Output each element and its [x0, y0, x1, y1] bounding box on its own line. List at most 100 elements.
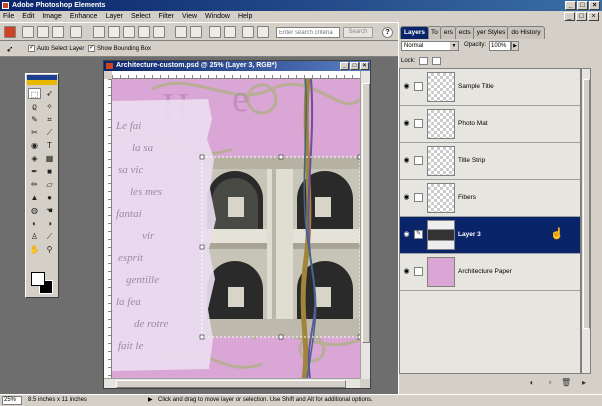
auto-select-layer-checkbox[interactable]: ✓ Auto Select Layer: [28, 45, 84, 52]
tab-undo-history[interactable]: do History: [507, 26, 545, 39]
menu-help[interactable]: Help: [238, 11, 252, 22]
menu-window[interactable]: Window: [205, 11, 230, 22]
zoom-input[interactable]: 25%: [2, 396, 22, 405]
help-icon[interactable]: ?: [382, 27, 393, 38]
document-title-bar[interactable]: Architecture-custom.psd @ 25% (Layer 3, …: [104, 61, 370, 71]
chevron-down-icon[interactable]: ▼: [450, 42, 458, 50]
menu-select[interactable]: Select: [131, 11, 150, 22]
opacity-slider-icon[interactable]: ▶: [511, 41, 519, 51]
status-menu-arrow[interactable]: ▶: [148, 395, 153, 406]
marquee-tool-icon[interactable]: ⬚: [28, 88, 41, 99]
dodge-tool-icon[interactable]: ◐: [28, 218, 41, 229]
menu-enhance[interactable]: Enhance: [70, 11, 98, 22]
menu-edit[interactable]: Edit: [22, 11, 34, 22]
layer-row-architecture-paper[interactable]: ◉ Architecture Paper: [400, 254, 580, 291]
eye-icon[interactable]: ◉: [402, 230, 411, 239]
zoom-tool-icon[interactable]: ⚲: [43, 244, 56, 255]
doc-win-minimize-button[interactable]: _: [340, 62, 349, 70]
trash-icon[interactable]: 🗑: [561, 378, 571, 388]
more-icon[interactable]: ▸: [579, 378, 589, 388]
layer-row-title-strip[interactable]: ◉ Title Strip: [400, 143, 580, 180]
cookie-cutter-tool-icon[interactable]: ✂: [28, 127, 41, 138]
layer-list-scroll-thumb[interactable]: [583, 79, 590, 329]
search-button[interactable]: Search: [343, 27, 373, 38]
selection-brush-tool-icon[interactable]: ✎: [28, 114, 41, 125]
help-search-icon[interactable]: [257, 26, 269, 38]
menu-file[interactable]: File: [3, 11, 14, 22]
doc-minimize-button[interactable]: _: [564, 12, 575, 21]
menu-layer[interactable]: Layer: [105, 11, 123, 22]
open-icon[interactable]: [37, 26, 49, 38]
move-tool-icon[interactable]: ➶: [43, 88, 56, 99]
show-bounding-box-check[interactable]: ✓: [88, 45, 95, 52]
close-button[interactable]: ×: [589, 1, 600, 10]
online-services-icon[interactable]: [138, 26, 150, 38]
doc-maximize-button[interactable]: □: [576, 12, 587, 21]
eye-icon[interactable]: ◉: [402, 267, 411, 276]
tab-layers[interactable]: Layers: [400, 26, 429, 39]
tab-layer-styles[interactable]: yer Styles: [472, 26, 510, 39]
magic-wand-tool-icon[interactable]: ✧: [43, 101, 56, 112]
hand-tool-icon[interactable]: ✋: [28, 244, 41, 255]
print-icon[interactable]: [108, 26, 120, 38]
minimize-button[interactable]: _: [565, 1, 576, 10]
doc-win-maximize-button[interactable]: □: [350, 62, 359, 70]
tab-effects[interactable]: ects: [454, 26, 475, 39]
layer-list-scrollbar[interactable]: [581, 68, 591, 374]
layer-row-photo-mat[interactable]: ◉ Photo Mat: [400, 106, 580, 143]
smudge-tool-icon[interactable]: ☚: [43, 205, 56, 216]
eye-icon[interactable]: ◉: [402, 82, 411, 91]
step-forward-icon[interactable]: [224, 26, 236, 38]
sharpen-tool-icon[interactable]: ▲: [28, 192, 41, 203]
horizontal-scrollbar[interactable]: [104, 378, 360, 388]
shape-tool-icon[interactable]: ■: [43, 166, 56, 177]
doc-close-button[interactable]: ×: [588, 12, 599, 21]
burn-tool-icon[interactable]: ◑: [43, 218, 56, 229]
copy-icon[interactable]: [190, 26, 202, 38]
horizontal-scroll-thumb[interactable]: [116, 380, 346, 388]
gradient-tool-icon[interactable]: ▦: [43, 153, 56, 164]
step-backward-icon[interactable]: [209, 26, 221, 38]
doc-win-close-button[interactable]: ×: [360, 62, 369, 70]
brush-tool-icon[interactable]: ✒: [28, 166, 41, 177]
menu-filter[interactable]: Filter: [158, 11, 174, 22]
link-icon[interactable]: [414, 267, 423, 276]
clone-stamp-tool-icon[interactable]: ♙: [28, 231, 41, 242]
straighten-tool-icon[interactable]: ⟋: [43, 127, 56, 138]
sponge-tool-icon[interactable]: ◍: [28, 205, 41, 216]
blur-tool-icon[interactable]: ●: [43, 192, 56, 203]
foreground-color-swatch[interactable]: [31, 272, 45, 286]
type-tool-icon[interactable]: T: [43, 140, 56, 151]
print-preview-icon[interactable]: [123, 26, 135, 38]
crop-tool-icon[interactable]: ⌗: [43, 114, 56, 125]
email-icon[interactable]: [93, 26, 105, 38]
link-icon[interactable]: [414, 82, 423, 91]
new-layer-icon[interactable]: ▫: [545, 378, 555, 388]
search-input[interactable]: [276, 27, 340, 38]
lock-all-checkbox[interactable]: [432, 57, 441, 65]
web-photo-gallery-icon[interactable]: [153, 26, 165, 38]
cut-icon[interactable]: [175, 26, 187, 38]
eye-icon[interactable]: ◉: [402, 119, 411, 128]
eye-icon[interactable]: ◉: [402, 156, 411, 165]
show-bounding-box-checkbox[interactable]: ✓ Show Bounding Box: [88, 45, 151, 52]
eyedropper-tool-icon[interactable]: ⟋: [43, 231, 56, 242]
adobe-logo-icon[interactable]: [4, 26, 16, 38]
layer-row-layer-3[interactable]: ◉ ✎ Layer 3 ☝: [400, 217, 580, 254]
vertical-scroll-thumb[interactable]: [362, 83, 370, 343]
eraser-tool-icon[interactable]: ▱: [43, 179, 56, 190]
maximize-button[interactable]: □: [577, 1, 588, 10]
eye-icon[interactable]: ◉: [402, 193, 411, 202]
lasso-tool-icon[interactable]: ϱ: [28, 101, 41, 112]
blend-mode-select[interactable]: Normal ▼: [401, 41, 459, 51]
paint-bucket-tool-icon[interactable]: ◈: [28, 153, 41, 164]
menu-image[interactable]: Image: [42, 11, 61, 22]
opacity-input[interactable]: 100%: [489, 41, 511, 51]
menu-view[interactable]: View: [182, 11, 197, 22]
link-icon[interactable]: [414, 156, 423, 165]
browse-icon[interactable]: [52, 26, 64, 38]
vertical-scrollbar[interactable]: [360, 71, 370, 379]
link-icon[interactable]: [414, 193, 423, 202]
layer-row-fibers[interactable]: ◉ Fibers: [400, 180, 580, 217]
lock-transparency-checkbox[interactable]: [419, 57, 428, 65]
